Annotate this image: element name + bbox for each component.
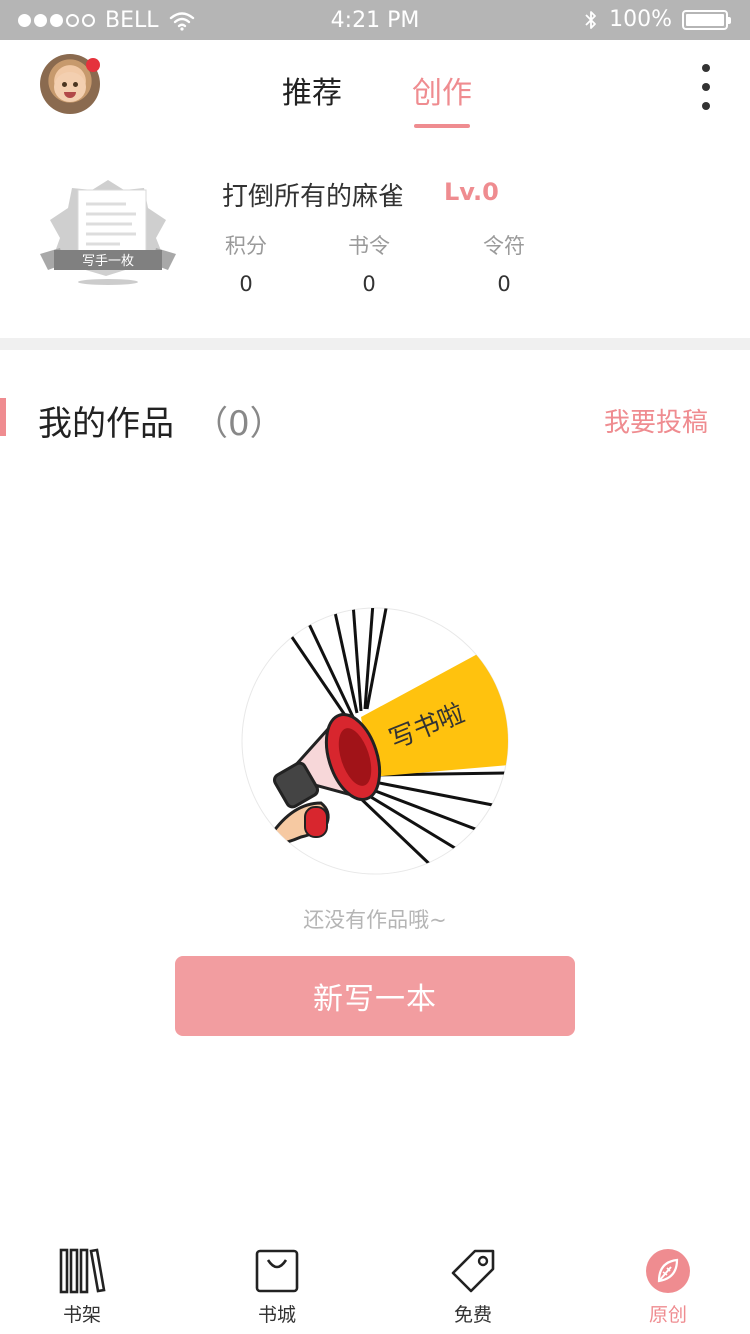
nav-label: 免费 bbox=[453, 1304, 492, 1326]
stat-label: 书令 bbox=[348, 234, 390, 258]
nav-item-original[interactable]: 原创 bbox=[608, 1246, 728, 1327]
bookshelf-icon bbox=[57, 1246, 107, 1296]
bluetooth-icon bbox=[585, 10, 596, 29]
nav-item-free[interactable]: 免费 bbox=[413, 1246, 533, 1327]
avatar[interactable] bbox=[40, 54, 100, 114]
stat-value: 0 bbox=[239, 272, 253, 296]
profile-section: 写手一枚 打倒所有的麻雀 Lv.0 积分 0 书令 0 令符 0 bbox=[0, 130, 750, 338]
battery-icon bbox=[682, 9, 731, 30]
tab-create[interactable]: 创作 bbox=[412, 68, 472, 112]
stat-value: 0 bbox=[362, 272, 376, 296]
leaf-icon bbox=[643, 1246, 693, 1296]
stat-book-tokens[interactable]: 书令 0 bbox=[339, 230, 399, 296]
section-accent-bar bbox=[0, 398, 6, 436]
tag-icon bbox=[448, 1246, 498, 1296]
top-header: 推荐 创作 bbox=[0, 40, 750, 130]
tab-recommend[interactable]: 推荐 bbox=[282, 68, 342, 112]
shopping-bag-icon bbox=[252, 1246, 302, 1296]
avatar-eye bbox=[62, 82, 67, 87]
nav-item-bookshelf[interactable]: 书架 bbox=[22, 1246, 142, 1327]
writer-badge-icon[interactable]: 写手一枚 bbox=[40, 178, 176, 288]
section-title: 我的作品 bbox=[38, 404, 174, 444]
battery-percent: 100% bbox=[609, 7, 672, 32]
notification-dot bbox=[86, 58, 100, 72]
avatar-eye bbox=[73, 82, 78, 87]
stat-value: 0 bbox=[497, 272, 511, 296]
megaphone-illustration: 写书啦 bbox=[241, 607, 509, 875]
section-divider bbox=[0, 338, 750, 350]
new-book-button[interactable]: 新写一本 bbox=[175, 956, 575, 1036]
nav-label: 原创 bbox=[648, 1304, 687, 1326]
level-badge: Lv.0 bbox=[444, 178, 499, 206]
bottom-nav: 书架 书城 免费 原创 bbox=[0, 1234, 750, 1334]
status-bar: BELL 4:21 PM 100% bbox=[0, 0, 750, 40]
nav-label: 书架 bbox=[62, 1304, 101, 1326]
nav-item-bookstore[interactable]: 书城 bbox=[217, 1246, 337, 1327]
badge-label: 写手一枚 bbox=[82, 254, 134, 269]
empty-state-text: 还没有作品哦~ bbox=[303, 908, 447, 932]
nav-label: 书城 bbox=[257, 1304, 296, 1326]
stat-label: 积分 bbox=[225, 234, 267, 258]
active-tab-indicator bbox=[414, 124, 470, 128]
submit-manuscript-link[interactable]: 我要投稿 bbox=[604, 402, 708, 439]
more-vertical-icon[interactable] bbox=[696, 64, 716, 110]
status-right: 100% bbox=[583, 7, 731, 32]
stat-label: 令符 bbox=[483, 234, 525, 258]
username: 打倒所有的麻雀 bbox=[222, 182, 405, 212]
stat-talismans[interactable]: 令符 0 bbox=[474, 230, 534, 296]
works-count: （0） bbox=[194, 404, 284, 444]
stat-points[interactable]: 积分 0 bbox=[216, 230, 276, 296]
